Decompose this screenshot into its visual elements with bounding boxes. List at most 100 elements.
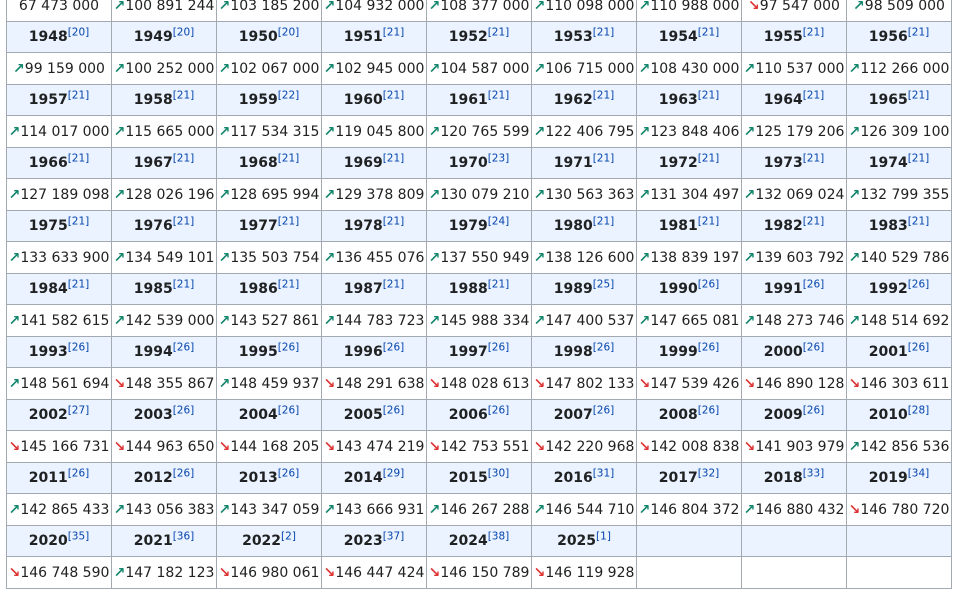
reference-link[interactable]: [26] xyxy=(173,404,195,416)
reference-link[interactable]: [21] xyxy=(278,278,300,290)
year-header-row: 1984[21] 1985[21] 1986[21] 1987[21] 1988[21]… xyxy=(6,273,952,305)
reference-link[interactable]: [20] xyxy=(68,26,90,38)
reference-link[interactable]: [21] xyxy=(488,89,510,101)
reference-link[interactable]: [35] xyxy=(68,530,90,542)
reference-link[interactable]: [21] xyxy=(698,215,720,227)
reference-link[interactable]: [33] xyxy=(803,467,825,479)
reference-link[interactable]: [36] xyxy=(173,530,195,542)
reference-link[interactable]: [21] xyxy=(698,89,720,101)
reference-link[interactable]: [21] xyxy=(803,215,825,227)
reference-link[interactable]: [26] xyxy=(278,341,300,353)
reference-link[interactable]: [21] xyxy=(803,152,825,164)
reference-link[interactable]: [34] xyxy=(908,467,930,479)
reference-link[interactable]: [2] xyxy=(281,530,296,542)
reference-link[interactable]: [21] xyxy=(173,215,195,227)
reference-link[interactable]: [21] xyxy=(68,278,90,290)
trend-up-arrow-icon: ↗ xyxy=(113,501,126,518)
reference-link[interactable]: [26] xyxy=(383,341,405,353)
reference-link[interactable]: [21] xyxy=(68,152,90,164)
year-cell: 1994[26] xyxy=(111,336,217,368)
year-cell: 2016[31] xyxy=(531,462,637,494)
reference-link[interactable]: [21] xyxy=(593,152,615,164)
reference-link[interactable]: [26] xyxy=(698,404,720,416)
trend-up-arrow-icon: ↗ xyxy=(218,501,231,518)
reference-link[interactable]: [26] xyxy=(803,404,825,416)
reference-link[interactable]: [30] xyxy=(488,467,510,479)
reference-link[interactable]: [26] xyxy=(173,467,195,479)
year-cell: 1998[26] xyxy=(531,336,637,368)
reference-link[interactable]: [1] xyxy=(596,530,611,542)
reference-link[interactable]: [26] xyxy=(908,341,930,353)
reference-link[interactable]: [20] xyxy=(173,26,195,38)
reference-link[interactable]: [21] xyxy=(383,278,405,290)
reference-link[interactable]: [26] xyxy=(593,341,615,353)
reference-link[interactable]: [21] xyxy=(383,26,405,38)
reference-link[interactable]: [21] xyxy=(488,26,510,38)
reference-link[interactable]: [24] xyxy=(488,215,510,227)
reference-link[interactable]: [25] xyxy=(593,278,615,290)
year-cell: 2011[26] xyxy=(6,462,112,494)
reference-link[interactable]: [26] xyxy=(698,278,720,290)
reference-link[interactable]: [31] xyxy=(593,467,615,479)
reference-link[interactable]: [21] xyxy=(908,152,930,164)
reference-link[interactable]: [21] xyxy=(488,278,510,290)
reference-link[interactable]: [21] xyxy=(908,215,930,227)
reference-link[interactable]: [21] xyxy=(68,215,90,227)
reference-link[interactable]: [26] xyxy=(803,341,825,353)
reference-link[interactable]: [27] xyxy=(68,404,90,416)
trend-up-arrow-icon: ↗ xyxy=(853,0,865,14)
reference-link[interactable]: [38] xyxy=(488,530,510,542)
reference-link[interactable]: [26] xyxy=(68,467,90,479)
population-value-cell: ↗129 378 809 xyxy=(321,178,427,211)
reference-link[interactable]: [26] xyxy=(803,278,825,290)
reference-link[interactable]: [26] xyxy=(68,341,90,353)
trend-down-arrow-icon: ↘ xyxy=(113,375,126,392)
reference-link[interactable]: [26] xyxy=(383,404,405,416)
reference-link[interactable]: [26] xyxy=(698,341,720,353)
reference-link[interactable]: [21] xyxy=(908,89,930,101)
population-value-cell: ↗132 799 355 xyxy=(846,178,952,211)
reference-link[interactable]: [29] xyxy=(383,467,405,479)
population-value-cell: ↗125 179 206 xyxy=(741,115,847,148)
year-label: 2020 xyxy=(28,533,68,549)
reference-link[interactable]: [21] xyxy=(68,89,90,101)
reference-link[interactable]: [26] xyxy=(278,404,300,416)
reference-link[interactable]: [26] xyxy=(173,341,195,353)
population-value-row: ↘145 166 731 ↘144 963 650 ↘144 168 205 ↘143… xyxy=(6,430,952,463)
reference-link[interactable]: [37] xyxy=(383,530,405,542)
reference-link[interactable]: [28] xyxy=(908,404,930,416)
reference-link[interactable]: [22] xyxy=(278,89,300,101)
reference-link[interactable]: [21] xyxy=(908,26,930,38)
reference-link[interactable]: [26] xyxy=(488,404,510,416)
reference-link[interactable]: [26] xyxy=(908,278,930,290)
year-cell: 2019[34] xyxy=(846,462,952,494)
reference-link[interactable]: [26] xyxy=(488,341,510,353)
population-value-cell: ↗140 529 786 xyxy=(846,241,952,274)
reference-link[interactable]: [21] xyxy=(803,89,825,101)
reference-link[interactable]: [21] xyxy=(698,26,720,38)
population-value-cell: ↗143 666 931 xyxy=(321,493,427,526)
reference-link[interactable]: [32] xyxy=(698,467,720,479)
reference-link[interactable]: [21] xyxy=(278,215,300,227)
reference-link[interactable]: [21] xyxy=(278,152,300,164)
trend-up-arrow-icon: ↗ xyxy=(218,60,231,77)
reference-link[interactable]: [21] xyxy=(803,26,825,38)
reference-link[interactable]: [20] xyxy=(278,26,300,38)
year-cell: 1989[25] xyxy=(531,273,637,305)
reference-link[interactable]: [21] xyxy=(173,278,195,290)
reference-link[interactable]: [21] xyxy=(383,215,405,227)
reference-link[interactable]: [26] xyxy=(278,467,300,479)
population-value-cell: 67 473 000 xyxy=(6,0,112,22)
reference-link[interactable]: [23] xyxy=(488,152,510,164)
reference-link[interactable]: [21] xyxy=(383,89,405,101)
reference-link[interactable]: [21] xyxy=(698,152,720,164)
reference-link[interactable]: [21] xyxy=(383,152,405,164)
population-value: 130 079 210 xyxy=(440,186,530,203)
reference-link[interactable]: [21] xyxy=(593,89,615,101)
reference-link[interactable]: [21] xyxy=(593,215,615,227)
reference-link[interactable]: [21] xyxy=(173,152,195,164)
reference-link[interactable]: [21] xyxy=(173,89,195,101)
year-cell: 1953[21] xyxy=(531,21,637,53)
reference-link[interactable]: [21] xyxy=(593,26,615,38)
reference-link[interactable]: [26] xyxy=(593,404,615,416)
